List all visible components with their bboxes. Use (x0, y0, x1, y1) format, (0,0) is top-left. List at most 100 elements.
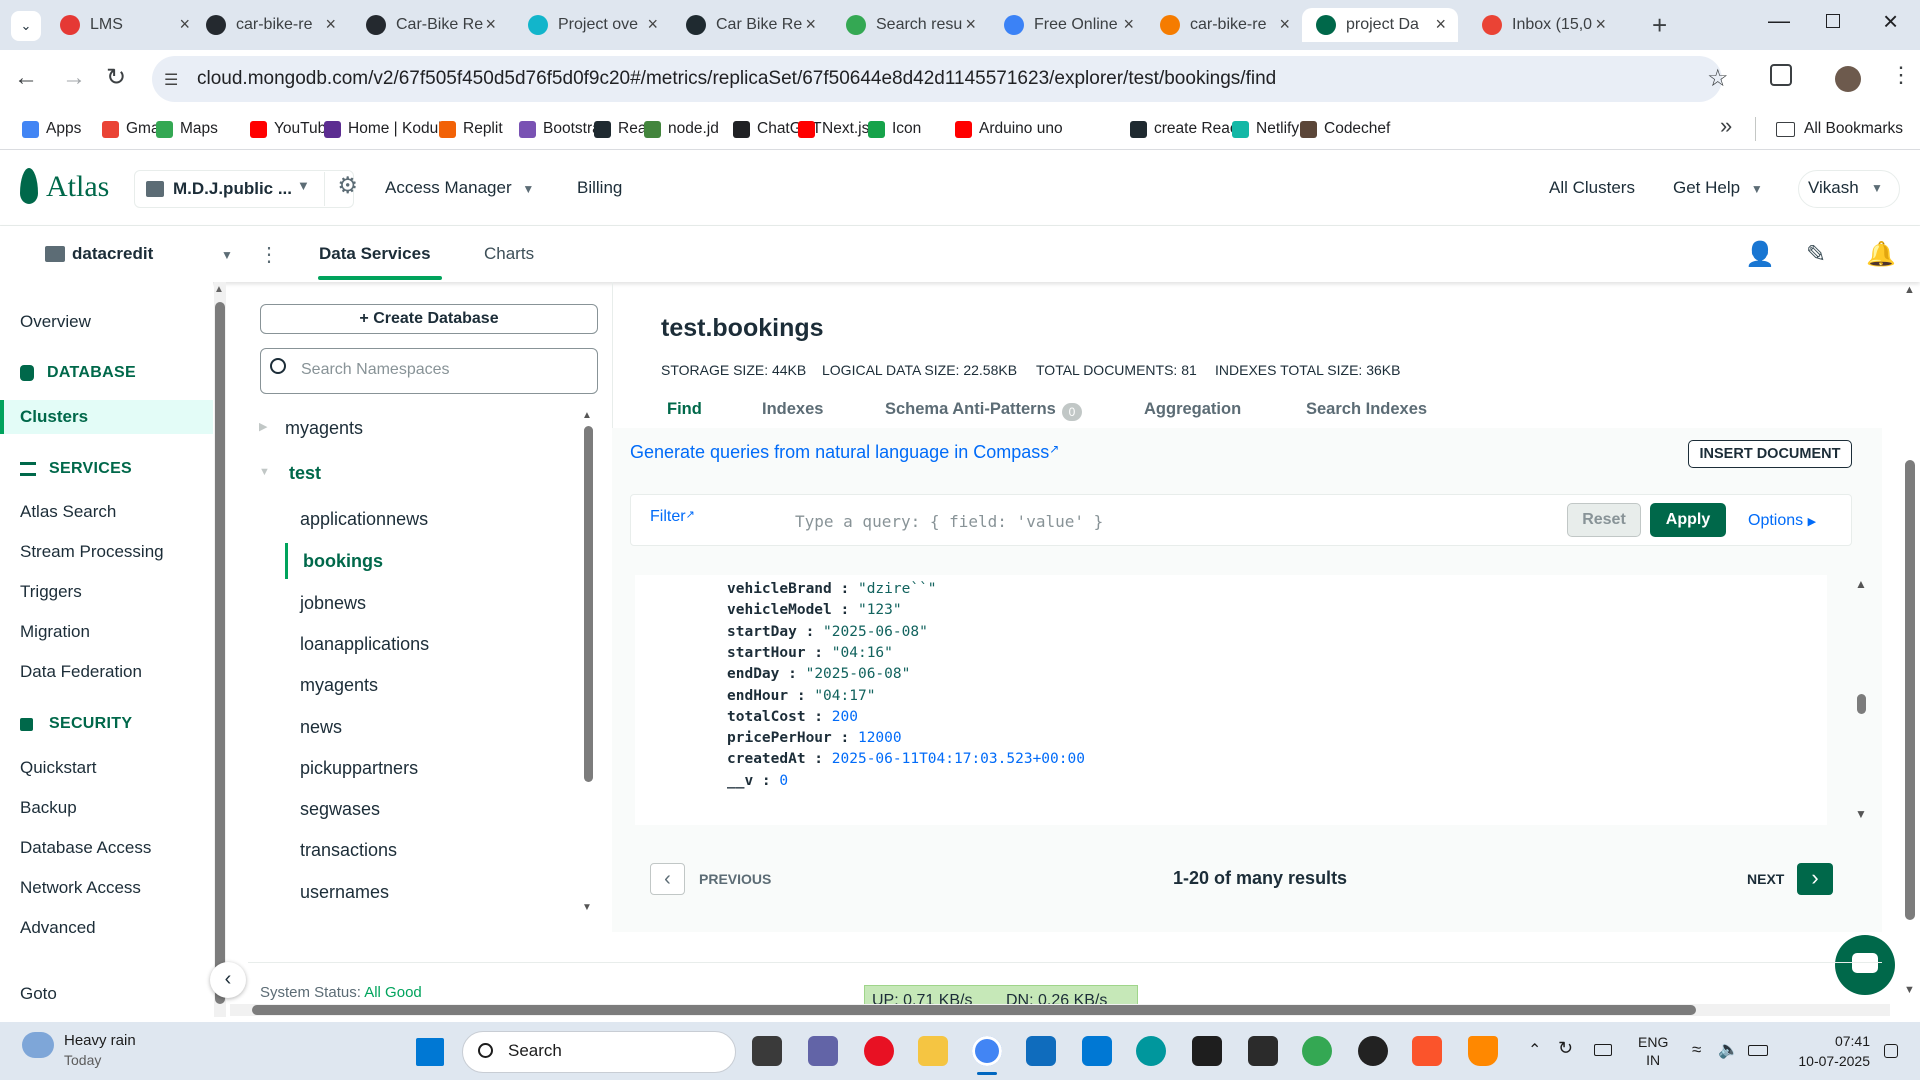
reload-button[interactable]: ↻ (106, 63, 126, 92)
new-tab-button[interactable]: + (1652, 10, 1667, 41)
bookmark-item[interactable]: Codechef (1300, 114, 1390, 144)
bookmark-item[interactable]: create React (1130, 114, 1242, 144)
browser-menu-icon[interactable]: ⋮ (1890, 62, 1912, 88)
close-tab-icon[interactable]: × (1123, 14, 1134, 35)
collapse-nav-button[interactable]: ‹ (210, 962, 246, 998)
site-info-icon[interactable]: ☰ (164, 70, 178, 90)
taskbar-search-box[interactable] (462, 1031, 736, 1073)
collection-item[interactable]: news (300, 717, 342, 738)
bookmark-item[interactable]: Apps (22, 114, 81, 144)
profile-avatar[interactable] (1835, 66, 1861, 92)
scroll-up-arrow-icon[interactable]: ▲ (582, 410, 592, 421)
all-bookmarks[interactable]: All Bookmarks (1776, 114, 1903, 144)
teams-icon[interactable] (808, 1036, 838, 1066)
bookmark-star-icon[interactable]: ☆ (1707, 64, 1729, 93)
notification-center-icon[interactable] (1884, 1044, 1898, 1058)
extensions-icon[interactable] (1770, 64, 1792, 86)
collection-item-active[interactable]: bookings (303, 551, 383, 572)
tab-find[interactable]: Find (667, 400, 702, 419)
activity-icon[interactable]: ✎ (1806, 240, 1826, 269)
weather-label[interactable]: Heavy rain (64, 1032, 136, 1049)
tray-sync-icon[interactable]: ↻ (1558, 1038, 1573, 1059)
wifi-icon[interactable]: ≈ (1692, 1040, 1701, 1060)
nav-quickstart[interactable]: Quickstart (20, 758, 97, 778)
tab-charts[interactable]: Charts (484, 244, 534, 264)
restore-button[interactable] (1826, 14, 1840, 28)
scroll-down-arrow-icon[interactable]: ▼ (1904, 984, 1915, 996)
db-collapse-icon[interactable]: ▼ (259, 466, 270, 478)
document-field[interactable]: vehicleBrand : "dzire``" (727, 581, 937, 597)
browser-tab[interactable]: Car Bike Re × (672, 8, 828, 42)
close-tab-icon[interactable]: × (1279, 14, 1290, 35)
cluster-caret-icon[interactable]: ▼ (221, 248, 233, 262)
h-scrollbar-thumb[interactable] (252, 1005, 1696, 1015)
close-tab-icon[interactable]: × (805, 14, 816, 35)
billing-link[interactable]: Billing (577, 178, 622, 198)
bookmark-item[interactable]: Home | Kodular (324, 114, 455, 144)
document-field[interactable]: endHour : "04:17" (727, 688, 875, 704)
browser-tab[interactable]: Car-Bike Re × (352, 8, 508, 42)
collection-item[interactable]: segwases (300, 799, 380, 820)
bookmark-item[interactable]: Replit (439, 114, 503, 144)
minimize-button[interactable]: — (1768, 8, 1790, 34)
filter-link[interactable]: Filter↗ (650, 508, 695, 526)
next-page-button[interactable]: › (1797, 863, 1833, 895)
tab-search-button[interactable]: ⌄ (11, 11, 41, 41)
nav-network-access[interactable]: Network Access (20, 878, 141, 898)
language-indicator[interactable]: ENG IN (1638, 1033, 1668, 1069)
bookmark-item[interactable]: node.jd (644, 114, 719, 144)
reset-button[interactable]: Reset (1567, 503, 1641, 537)
nav-atlas-search[interactable]: Atlas Search (20, 502, 116, 522)
bookmarks-overflow-icon[interactable]: » (1720, 113, 1732, 139)
back-button[interactable]: ← (14, 64, 38, 92)
invite-user-icon[interactable]: 👤 (1745, 240, 1775, 269)
close-tab-icon[interactable]: × (647, 14, 658, 35)
cluster-selector[interactable]: datacredit (72, 244, 153, 264)
figma-icon[interactable] (1192, 1036, 1222, 1066)
weather-icon[interactable] (22, 1032, 54, 1058)
document-field[interactable]: pricePerHour : 12000 (727, 730, 902, 746)
nav-triggers[interactable]: Triggers (20, 582, 82, 602)
media-player-icon[interactable] (1358, 1036, 1388, 1066)
bookmark-item[interactable]: Netlify (1232, 114, 1299, 144)
nav-backup[interactable]: Backup (20, 798, 77, 818)
task-view-icon[interactable] (752, 1036, 782, 1066)
browser-tab[interactable]: car-bike-re × (192, 8, 348, 42)
volume-icon[interactable]: 🔈 (1718, 1040, 1739, 1060)
chrome-icon[interactable] (972, 1036, 1002, 1066)
opera-icon[interactable] (864, 1036, 894, 1066)
leftnav-scrollbar-thumb[interactable] (215, 302, 225, 1004)
previous-page-button[interactable]: ‹ (650, 863, 685, 895)
nav-clusters[interactable]: Clusters (20, 407, 88, 427)
chrome-dev-icon[interactable] (1302, 1036, 1332, 1066)
scroll-down-arrow-icon[interactable]: ▼ (582, 902, 592, 913)
browser-tab[interactable]: project Da × (1302, 8, 1458, 42)
namespace-scrollbar-thumb[interactable] (584, 426, 593, 782)
brave-icon[interactable] (1412, 1036, 1442, 1066)
browser-tab[interactable]: Search resu × (832, 8, 988, 42)
options-toggle[interactable]: Options ▶ (1748, 512, 1816, 530)
tab-indexes[interactable]: Indexes (762, 400, 823, 419)
clock[interactable]: 07:41 10-07-2025 (1790, 1031, 1870, 1071)
all-clusters-link[interactable]: All Clusters (1549, 178, 1635, 198)
document-field[interactable]: __v : 0 (727, 773, 788, 789)
scroll-up-arrow-icon[interactable]: ▲ (1855, 577, 1867, 591)
arduino-icon[interactable] (1136, 1036, 1166, 1066)
nav-goto[interactable]: Goto (20, 984, 57, 1004)
page-scrollbar-thumb[interactable] (1905, 460, 1915, 920)
scroll-up-arrow-icon[interactable]: ▲ (214, 284, 224, 295)
tab-schema-anti-patterns[interactable]: Schema Anti-Patterns (885, 400, 1056, 419)
nav-stream-processing[interactable]: Stream Processing (20, 542, 164, 562)
tab-aggregation[interactable]: Aggregation (1144, 400, 1241, 419)
terminal-icon[interactable] (1248, 1036, 1278, 1066)
db-item-myagents[interactable]: myagents (285, 418, 363, 439)
collection-item[interactable]: myagents (300, 675, 378, 696)
browser-tab[interactable]: Inbox (15,0 × (1468, 8, 1618, 42)
atlas-logo[interactable]: Atlas (46, 170, 109, 204)
close-tab-icon[interactable]: × (1435, 14, 1446, 35)
scroll-down-arrow-icon[interactable]: ▼ (1855, 807, 1867, 821)
close-tab-icon[interactable]: × (179, 14, 190, 35)
collection-item[interactable]: jobnews (300, 593, 366, 614)
scroll-up-arrow-icon[interactable]: ▲ (1904, 284, 1915, 296)
collection-item[interactable]: usernames (300, 882, 389, 903)
